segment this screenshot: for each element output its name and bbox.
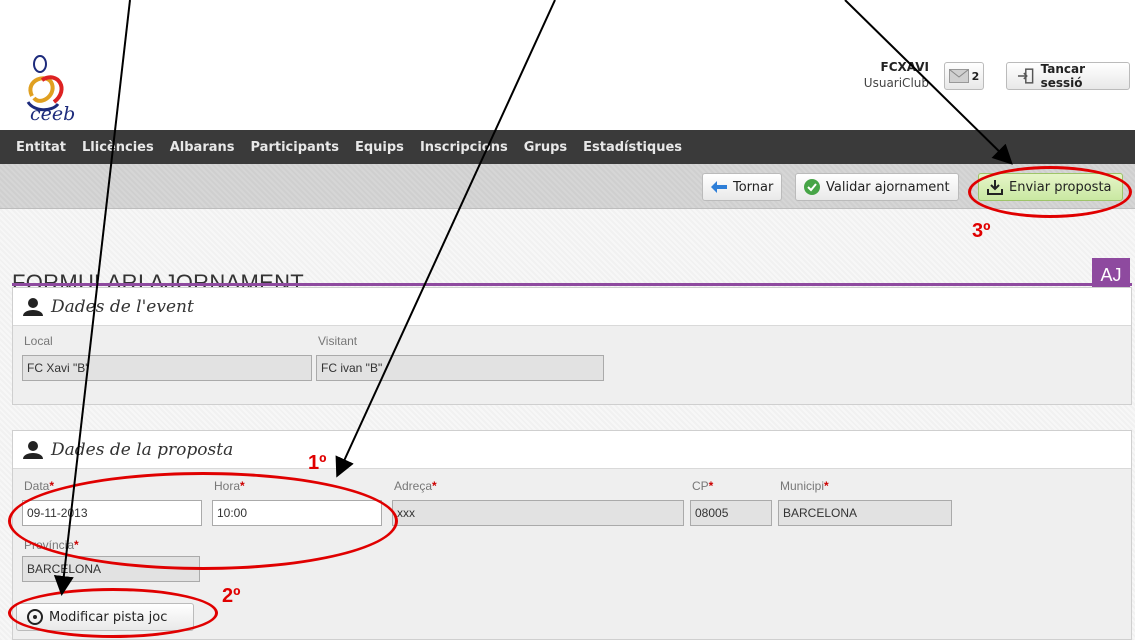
arrow-to-step-2 <box>53 0 131 596</box>
arrow-to-step-1 <box>335 0 556 478</box>
annotation-arrows <box>53 0 1013 596</box>
arrow-to-step-3 <box>844 0 1013 165</box>
